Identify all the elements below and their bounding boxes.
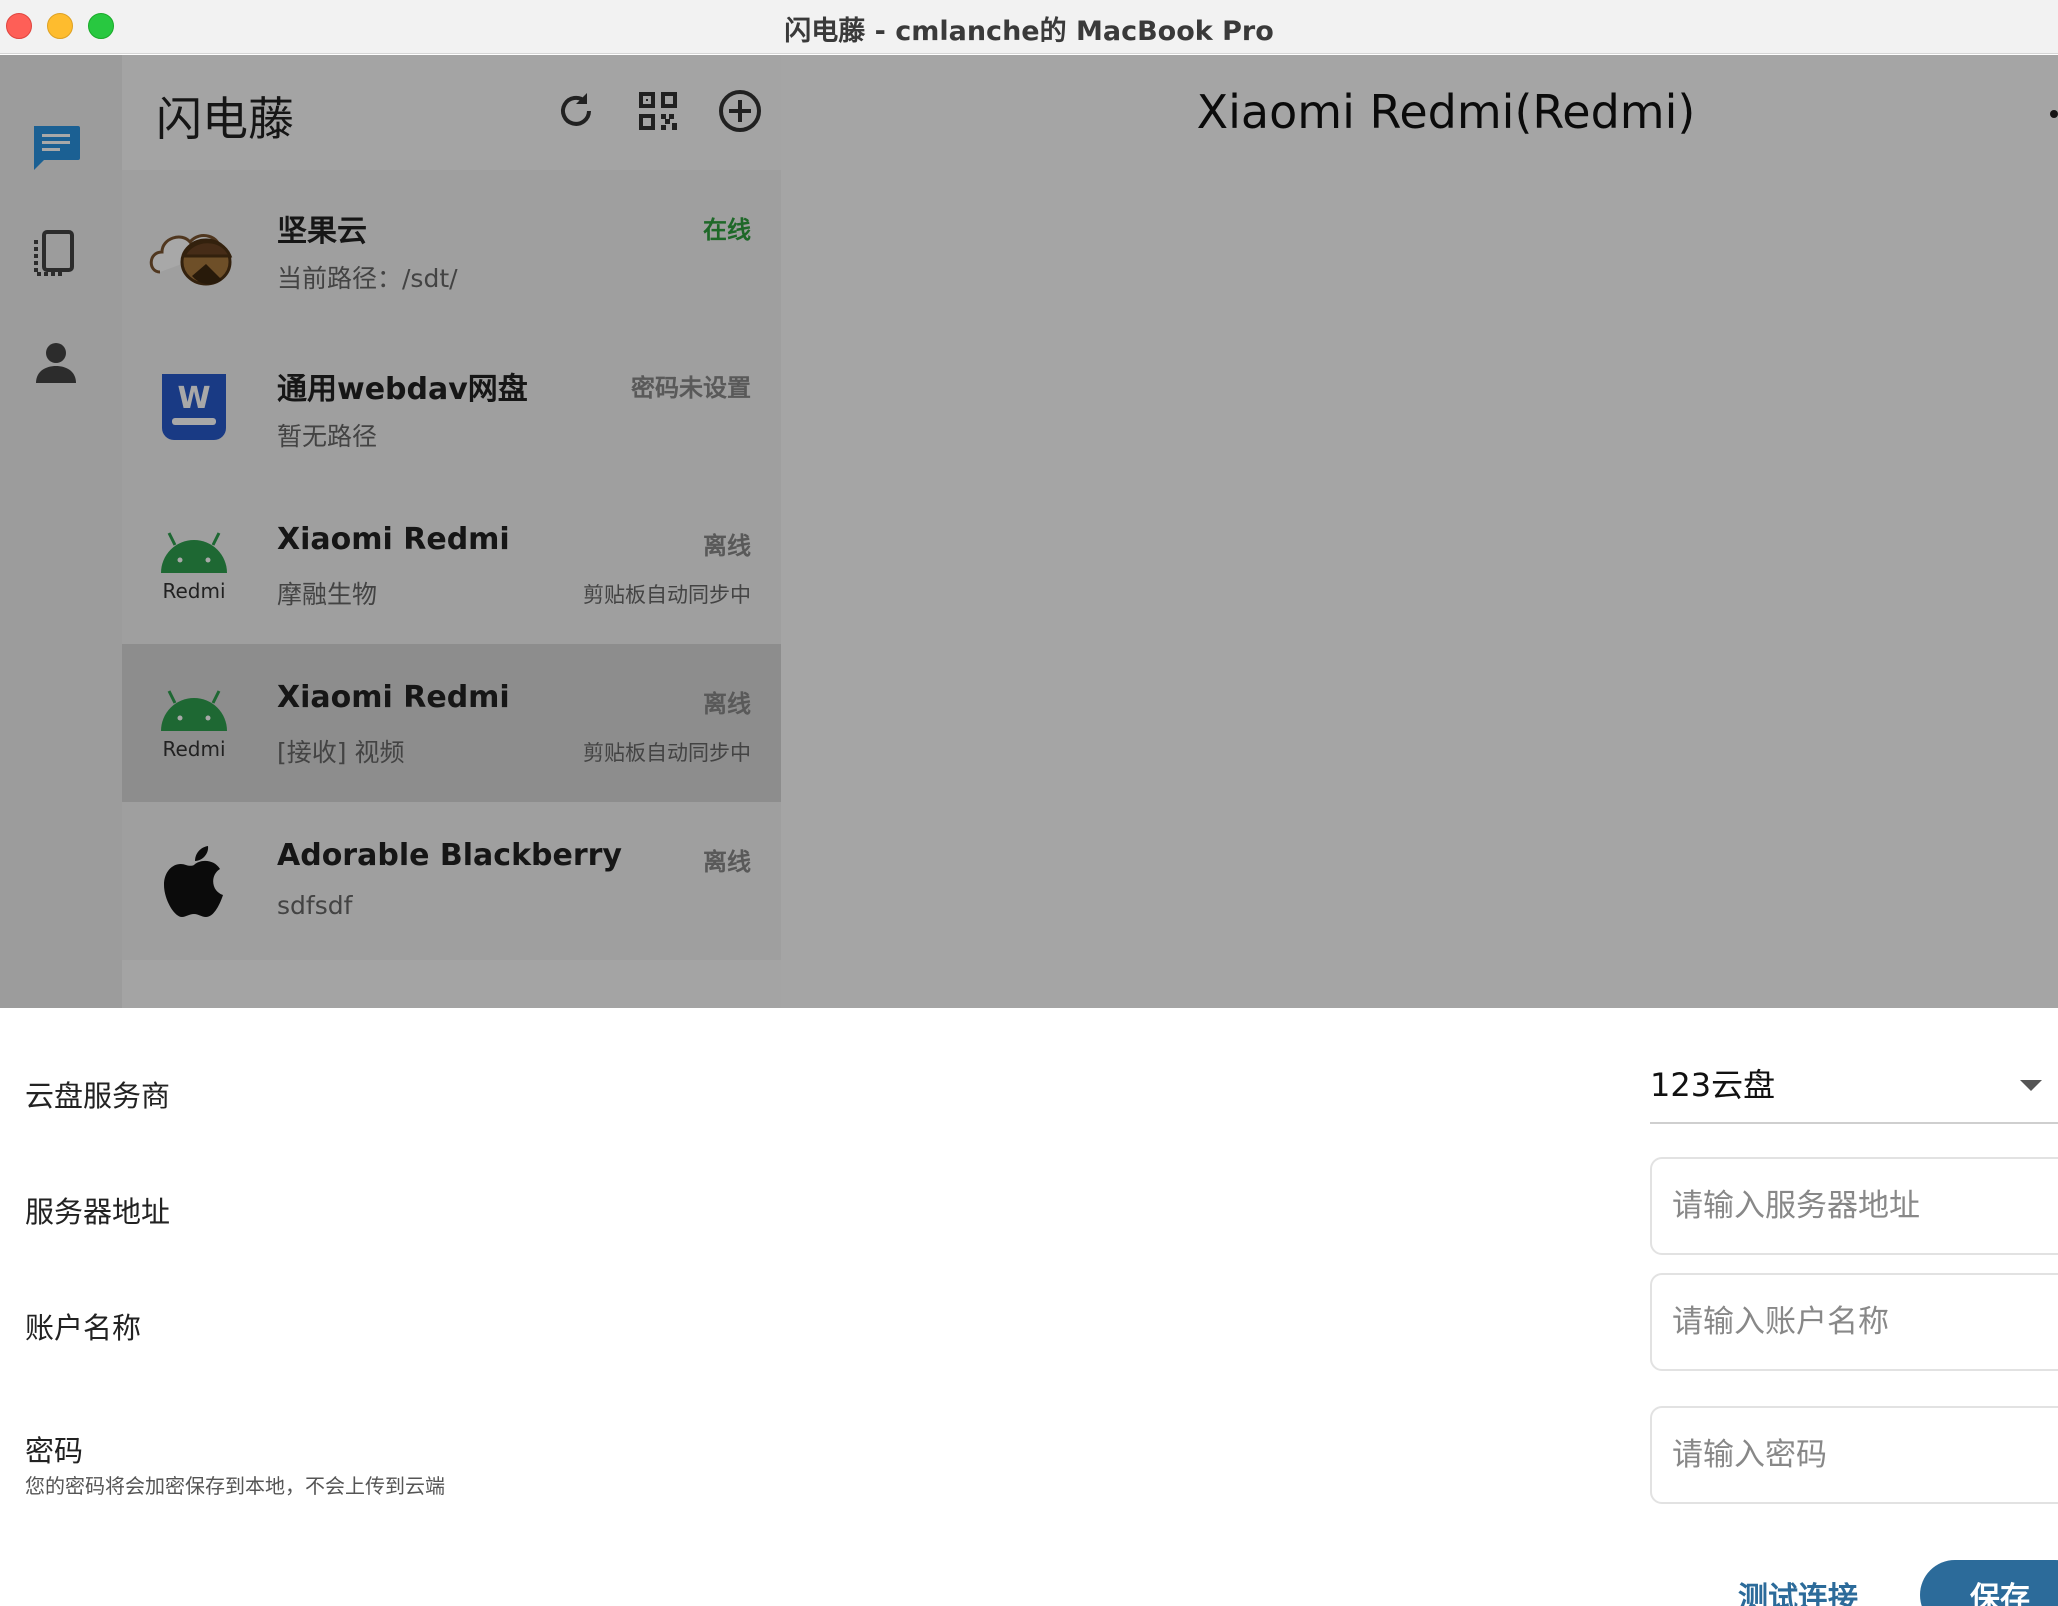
provider-value: 123云盘	[1650, 1066, 1776, 1104]
app-body: 闪电藤 坚果云 当前路径：/sdt/ 在线 W 通用webdav网盘 暂无路径 …	[0, 55, 2058, 1008]
provider-select[interactable]: 123云盘	[1650, 1052, 2058, 1124]
password-label: 密码	[25, 1434, 84, 1468]
save-button[interactable]: 保存	[1920, 1560, 2058, 1606]
server-address-input[interactable]	[1650, 1157, 2058, 1255]
test-connection-button[interactable]: 测试连接	[1738, 1573, 1858, 1606]
password-input[interactable]	[1650, 1406, 2058, 1504]
chevron-down-icon	[2020, 1080, 2042, 1091]
cloud-storage-sheet: 云盘服务商 123云盘 服务器地址 账户名称 密码 您的密码将会加密保存到本地，…	[0, 1008, 2058, 1606]
server-label: 服务器地址	[25, 1195, 171, 1229]
account-label: 账户名称	[25, 1311, 142, 1345]
title-bar: 闪电藤 - cmlanche的 MacBook Pro	[0, 0, 2058, 54]
provider-label: 云盘服务商	[25, 1079, 171, 1113]
window-title: 闪电藤 - cmlanche的 MacBook Pro	[784, 16, 1274, 47]
modal-scrim[interactable]	[0, 55, 2058, 1008]
account-name-input[interactable]	[1650, 1273, 2058, 1371]
password-hint: 您的密码将会加密保存到本地，不会上传到云端	[25, 1474, 445, 1498]
